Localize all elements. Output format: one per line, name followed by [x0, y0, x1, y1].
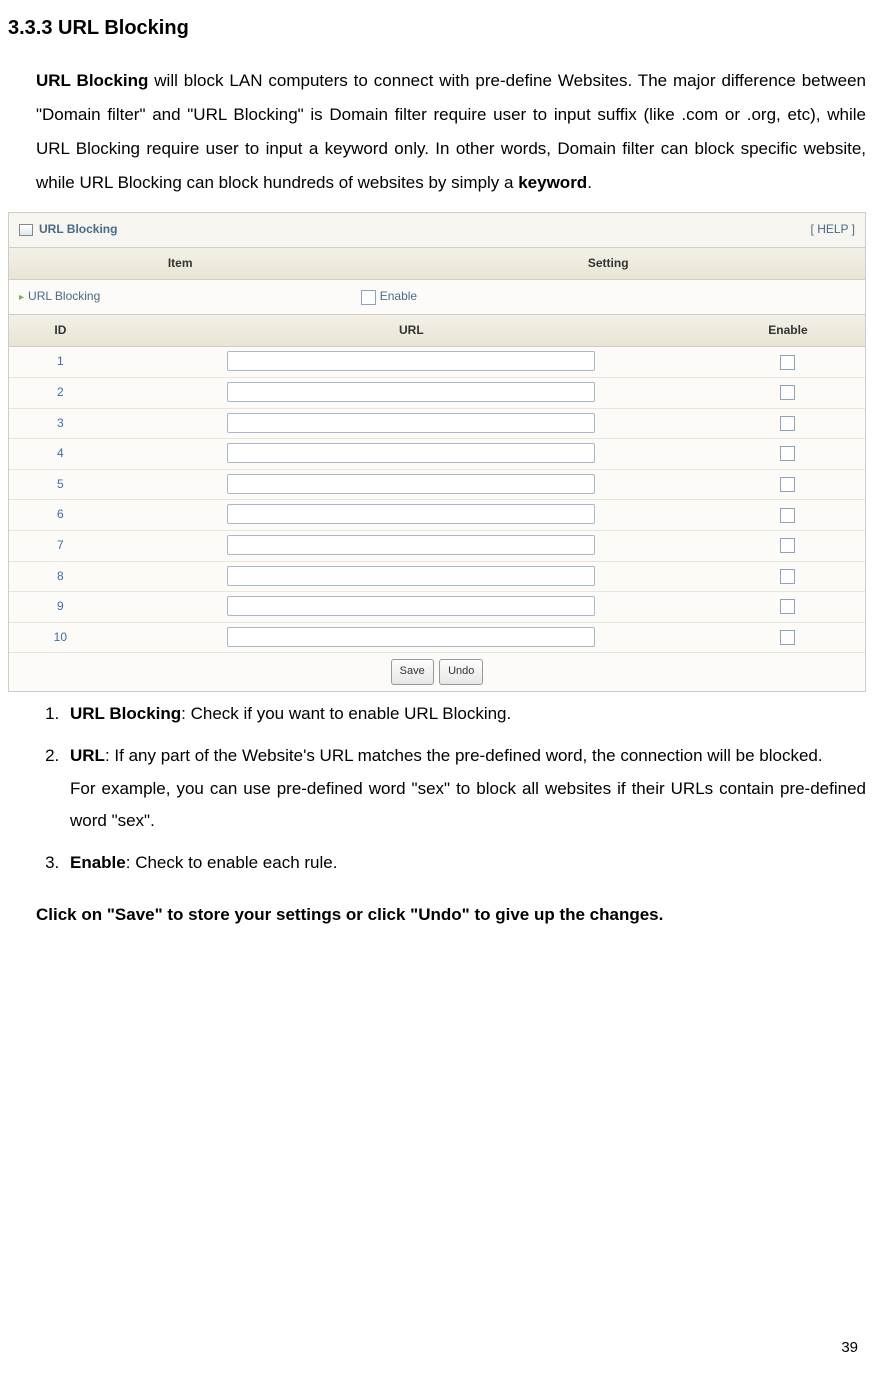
cell-id: 6	[9, 500, 112, 531]
intro-text-1: will block LAN computers to connect with…	[36, 71, 866, 192]
cell-id: 3	[9, 408, 112, 439]
url-input[interactable]	[227, 382, 595, 402]
cell-id: 9	[9, 592, 112, 623]
section-heading: 3.3.3 URL Blocking	[8, 10, 866, 46]
item-setting-table: Item Setting ▸ URL Blocking Enable	[9, 248, 865, 315]
row-enable-checkbox[interactable]	[780, 416, 795, 431]
url-input[interactable]	[227, 504, 595, 524]
row-url-blocking-label: ▸ URL Blocking	[9, 280, 351, 315]
cell-id: 7	[9, 530, 112, 561]
save-button[interactable]: Save	[391, 659, 434, 685]
row-enable-checkbox[interactable]	[780, 569, 795, 584]
row-enable-checkbox[interactable]	[780, 355, 795, 370]
panel-header: URL Blocking [ HELP ]	[9, 213, 865, 248]
url-input[interactable]	[227, 596, 595, 616]
table-row: 9	[9, 592, 865, 623]
row-enable-checkbox[interactable]	[780, 385, 795, 400]
cell-id: 4	[9, 439, 112, 470]
li3-bold: Enable	[70, 853, 126, 872]
url-input[interactable]	[227, 627, 595, 647]
window-icon	[19, 224, 33, 236]
undo-button[interactable]: Undo	[439, 659, 483, 685]
enable-master-checkbox[interactable]	[361, 290, 376, 305]
panel-title: URL Blocking	[39, 219, 117, 241]
table-row: 10	[9, 622, 865, 653]
page-number: 39	[841, 1334, 858, 1361]
li2-text-2: For example, you can use pre-defined wor…	[70, 773, 866, 838]
url-input[interactable]	[227, 443, 595, 463]
config-panel: URL Blocking [ HELP ] Item Setting ▸ URL …	[8, 212, 866, 692]
li2-bold: URL	[70, 746, 105, 765]
row-enable-checkbox[interactable]	[780, 630, 795, 645]
row-enable-checkbox[interactable]	[780, 599, 795, 614]
table-row: 3	[9, 408, 865, 439]
list-item: URL: If any part of the Website's URL ma…	[64, 740, 866, 837]
table-row: 5	[9, 469, 865, 500]
cell-id: 5	[9, 469, 112, 500]
cell-id: 1	[9, 347, 112, 378]
url-input[interactable]	[227, 535, 595, 555]
list-item: Enable: Check to enable each rule.	[64, 847, 866, 879]
closing-line: Click on "Save" to store your settings o…	[36, 900, 866, 931]
col-setting: Setting	[351, 248, 865, 280]
row-enable-checkbox[interactable]	[780, 477, 795, 492]
intro-bold-keyword: keyword	[518, 173, 587, 192]
cell-id: 2	[9, 377, 112, 408]
li1-bold: URL Blocking	[70, 704, 181, 723]
col-enable: Enable	[711, 315, 865, 347]
cell-id: 8	[9, 561, 112, 592]
col-id: ID	[9, 315, 112, 347]
enable-master-label: Enable	[380, 289, 417, 303]
row-enable-checkbox[interactable]	[780, 508, 795, 523]
li2-text-1: : If any part of the Website's URL match…	[105, 746, 823, 765]
row-enable-checkbox[interactable]	[780, 538, 795, 553]
table-row: 8	[9, 561, 865, 592]
table-row: 7	[9, 530, 865, 561]
row-enable-checkbox[interactable]	[780, 446, 795, 461]
table-row: 4	[9, 439, 865, 470]
table-row: 2	[9, 377, 865, 408]
help-link[interactable]: [ HELP ]	[811, 219, 855, 241]
url-input[interactable]	[227, 474, 595, 494]
list-item: URL Blocking: Check if you want to enabl…	[64, 698, 866, 730]
intro-text-2: .	[587, 173, 592, 192]
url-input[interactable]	[227, 413, 595, 433]
url-input[interactable]	[227, 351, 595, 371]
col-url: URL	[112, 315, 711, 347]
li1-text: : Check if you want to enable URL Blocki…	[181, 704, 511, 723]
col-item: Item	[9, 248, 351, 280]
url-input[interactable]	[227, 566, 595, 586]
arrow-icon: ▸	[19, 292, 24, 303]
url-rules-table: ID URL Enable 1 2 3 4 5	[9, 315, 865, 654]
button-row: Save Undo	[9, 653, 865, 691]
row-url-blocking-setting: Enable	[351, 280, 865, 315]
li3-text: : Check to enable each rule.	[126, 853, 338, 872]
instruction-list: URL Blocking: Check if you want to enabl…	[64, 698, 866, 879]
cell-id: 10	[9, 622, 112, 653]
intro-paragraph: URL Blocking will block LAN computers to…	[36, 64, 866, 200]
table-row: 1	[9, 347, 865, 378]
intro-bold-url-blocking: URL Blocking	[36, 71, 148, 90]
table-row: 6	[9, 500, 865, 531]
row-label-text: URL Blocking	[28, 289, 100, 303]
